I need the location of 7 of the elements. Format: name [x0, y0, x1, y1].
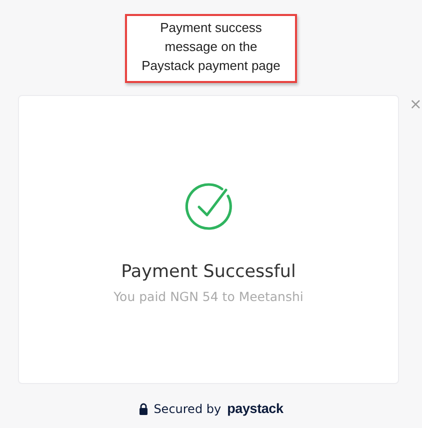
- result-title: Payment Successful: [121, 262, 296, 282]
- annotation-callout: Payment success message on the Paystack payment page: [125, 14, 297, 83]
- secured-label: Secured by: [154, 402, 222, 416]
- lock-icon: [138, 402, 148, 414]
- result-message: You paid NGN 54 to Meetanshi: [114, 289, 304, 304]
- close-button[interactable]: ×: [409, 96, 422, 112]
- brand-logo: paystack: [227, 401, 284, 416]
